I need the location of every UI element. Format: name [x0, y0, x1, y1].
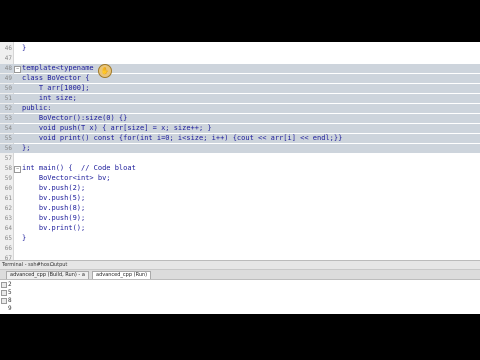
- code-line: 54 void push(T x) { arr[size] = x; size+…: [0, 124, 480, 133]
- code-text: bv.push(8);: [22, 204, 86, 212]
- line-number: 53: [4, 115, 12, 122]
- code-text: BoVector():size(0) {}: [22, 114, 128, 122]
- line-number: 54: [4, 125, 12, 132]
- code-line: 48 template<typename: [0, 64, 480, 73]
- stop-icon[interactable]: [1, 290, 7, 296]
- line-number: 59: [4, 175, 12, 182]
- code-text: int main() { // Code bloat: [22, 164, 136, 172]
- code-text: };: [22, 144, 31, 152]
- code-text: public:: [22, 104, 52, 112]
- code-line: 55 void print() const {for(int i=0; i<si…: [0, 134, 480, 143]
- line-number: 57: [4, 155, 12, 162]
- fold-toggle-icon[interactable]: −: [14, 166, 21, 173]
- line-number: 52: [4, 105, 12, 112]
- mouse-cursor-icon: ✋: [98, 64, 112, 78]
- output-line: 5: [8, 289, 12, 296]
- output-pane: Terminal - ssh#hos... Output advanced_cp…: [0, 260, 480, 314]
- code-line: 46}: [0, 44, 480, 53]
- code-line: 59 BoVector<int> bv;: [0, 174, 480, 183]
- code-text: bv.print();: [22, 224, 86, 232]
- line-number: 61: [4, 195, 12, 202]
- line-number: 63: [4, 215, 12, 222]
- output-line: 2: [8, 281, 12, 288]
- line-number: 48: [4, 65, 12, 72]
- line-number: 66: [4, 245, 12, 252]
- code-line: 62 bv.push(8);: [0, 204, 480, 213]
- code-text: }: [22, 44, 27, 52]
- code-text: }: [22, 234, 27, 242]
- code-line: 63 bv.push(9);: [0, 214, 480, 223]
- line-number: 49: [4, 75, 12, 82]
- output-tab-build-run[interactable]: advanced_cpp (Build, Run) - a: [6, 271, 89, 279]
- code-text: bv.push(9);: [22, 214, 86, 222]
- output-tab-run[interactable]: advanced_cpp (Run): [92, 271, 152, 279]
- clear-icon[interactable]: [1, 298, 7, 304]
- code-line: 58 int main() { // Code bloat: [0, 164, 480, 173]
- code-text: BoVector<int> bv;: [22, 174, 111, 182]
- code-line: 50 T arr[1000];: [0, 84, 480, 93]
- code-line: 56};: [0, 144, 480, 153]
- line-number: 56: [4, 145, 12, 152]
- line-number: 50: [4, 85, 12, 92]
- output-line: 8: [8, 297, 12, 304]
- code-text: template<typename: [22, 64, 94, 72]
- rerun-icon[interactable]: [1, 282, 7, 288]
- code-text: void push(T x) { arr[size] = x; size++; …: [22, 124, 212, 132]
- code-line: 65}: [0, 234, 480, 243]
- code-line: 52 public:: [0, 104, 480, 113]
- code-line: 47: [0, 54, 480, 63]
- line-number: 62: [4, 205, 12, 212]
- ide-window: 46} 47 48 template<typename 49 class BoVector…: [0, 42, 480, 314]
- line-number: 51: [4, 95, 12, 102]
- video-frame: 46} 47 48 template<typename 49 class BoVector…: [0, 0, 480, 360]
- line-number: 60: [4, 185, 12, 192]
- code-line: 57: [0, 154, 480, 163]
- tab-output[interactable]: Output: [48, 261, 69, 269]
- code-text: class BoVector {: [22, 74, 90, 82]
- line-number: 58: [4, 165, 12, 172]
- line-number: 65: [4, 235, 12, 242]
- code-line: 53 BoVector():size(0) {}: [0, 114, 480, 123]
- code-text: void print() const {for(int i=0; i<size;…: [22, 134, 343, 142]
- code-text: int size;: [22, 94, 77, 102]
- line-number: 64: [4, 225, 12, 232]
- code-line: 66: [0, 244, 480, 253]
- output-tab-bar: advanced_cpp (Build, Run) - a advanced_c…: [0, 270, 480, 280]
- code-line: 60 bv.push(2);: [0, 184, 480, 193]
- code-text: bv.push(2);: [22, 184, 86, 192]
- code-line: 64 bv.print();: [0, 224, 480, 233]
- line-number: 55: [4, 135, 12, 142]
- bottom-tab-bar: Terminal - ssh#hos... Output: [0, 261, 480, 270]
- output-line: 9: [8, 305, 12, 312]
- fold-toggle-icon[interactable]: −: [14, 66, 21, 73]
- code-line: 61 bv.push(5);: [0, 194, 480, 203]
- code-text: T arr[1000];: [22, 84, 90, 92]
- line-number: 47: [4, 55, 12, 62]
- code-line: 51 int size;: [0, 94, 480, 103]
- code-text: bv.push(5);: [22, 194, 86, 202]
- line-number: 46: [4, 45, 12, 52]
- code-line: 49 class BoVector {: [0, 74, 480, 83]
